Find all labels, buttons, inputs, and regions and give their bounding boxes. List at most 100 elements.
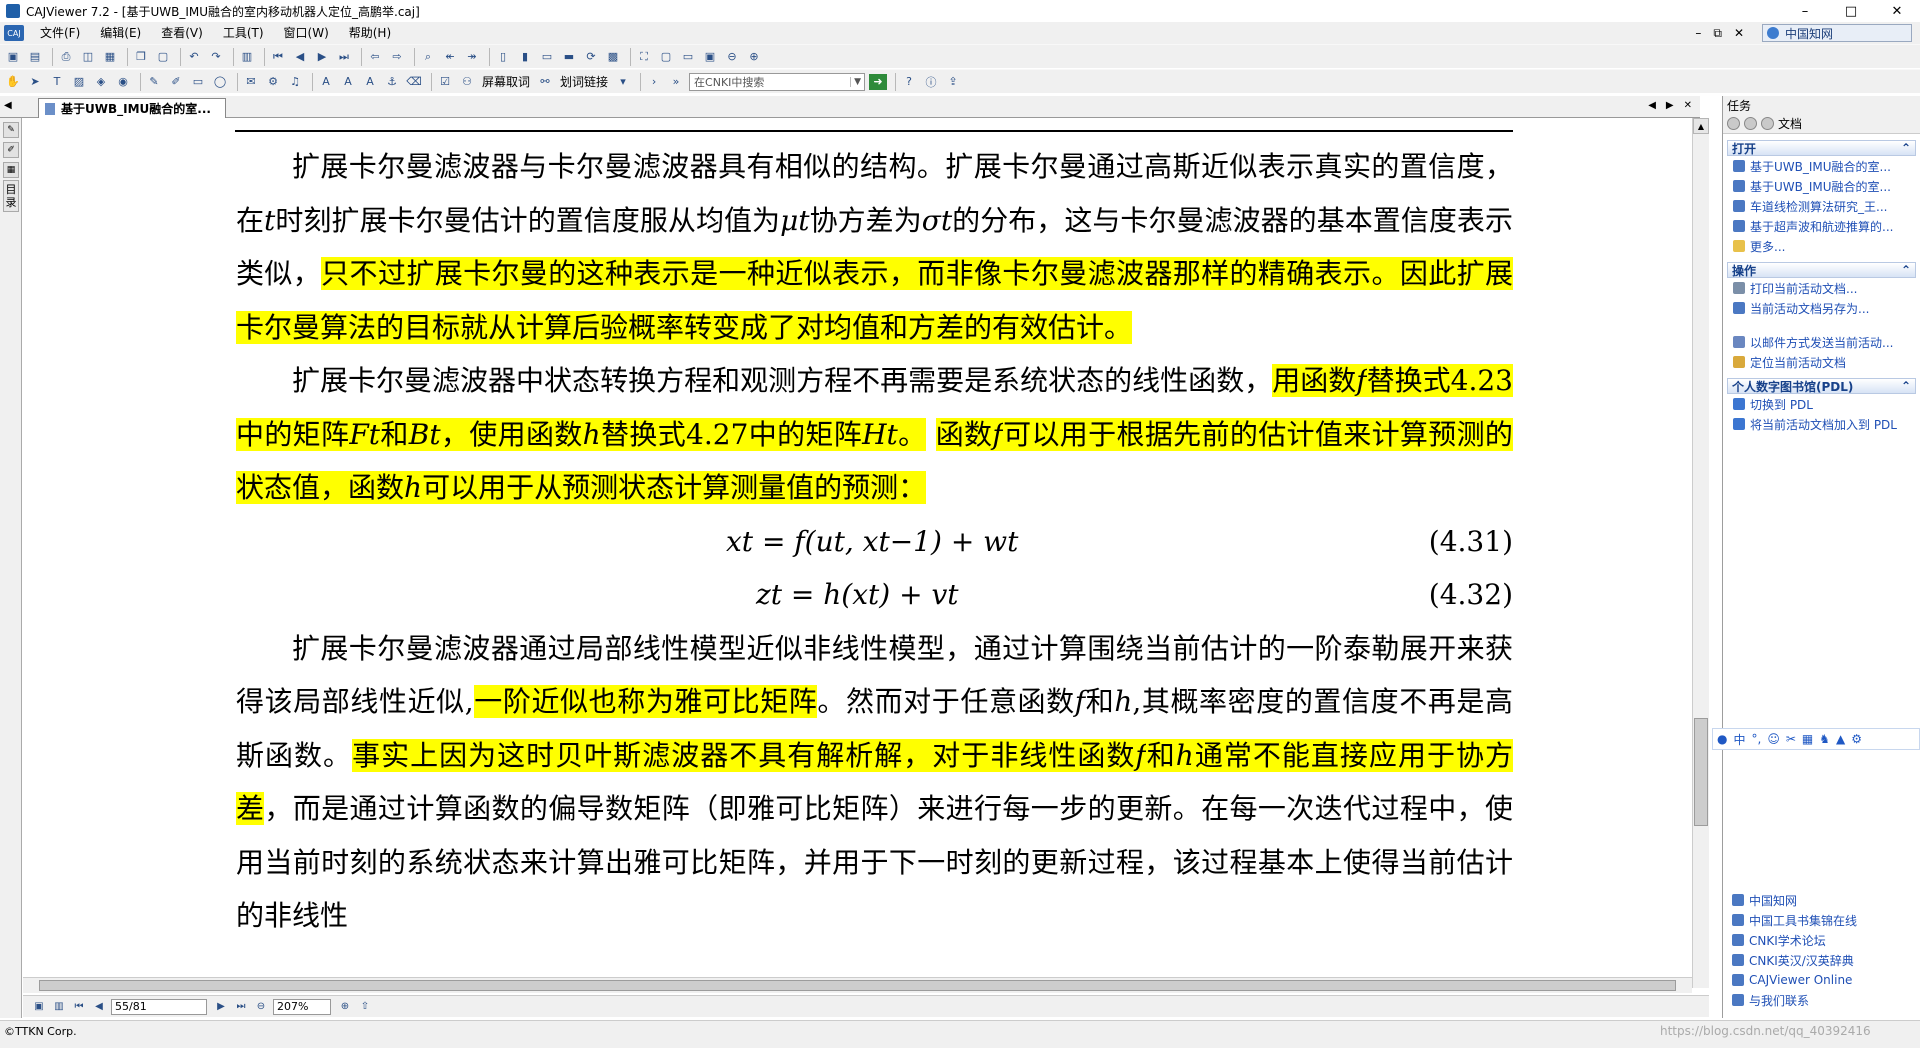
underline-icon[interactable]: A	[361, 74, 379, 90]
home-circle-icon[interactable]	[1761, 117, 1774, 130]
last-page-icon[interactable]: ⏭	[335, 49, 353, 65]
doc-close-button[interactable]: ✕	[1728, 22, 1750, 44]
ops-section-title[interactable]: 操作 ⌃	[1727, 262, 1916, 278]
select-arrow-icon[interactable]: ➤	[26, 74, 44, 90]
zoom-out-icon[interactable]: ⊖	[723, 49, 741, 65]
fit-page-icon[interactable]: ▢	[657, 49, 675, 65]
doc-restore-button[interactable]: ⧉	[1707, 22, 1728, 44]
undo-icon[interactable]: ↶	[185, 49, 203, 65]
find-icon[interactable]: ⌕	[419, 49, 437, 65]
search-nav-icon[interactable]: ›	[645, 74, 663, 90]
nav-prev-page-icon[interactable]: ◀	[91, 1000, 107, 1014]
zoom-out-small-icon[interactable]: ⊖	[253, 1000, 269, 1014]
menu-tools[interactable]: 工具(T)	[213, 22, 274, 44]
ime-voice-icon[interactable]: ✂	[1786, 732, 1796, 746]
back-circle-icon[interactable]	[1727, 117, 1740, 130]
page-number-field[interactable]: 55/81	[111, 998, 207, 1015]
scan-icon[interactable]: ▦	[101, 49, 119, 65]
ime-emoji-icon[interactable]: ☺	[1767, 732, 1780, 746]
save-as-link[interactable]: 当前活动文档另存为...	[1727, 298, 1916, 318]
close-button[interactable]: ✕	[1874, 0, 1920, 22]
zoom-level-field[interactable]: 207%	[273, 998, 331, 1015]
fit-width-icon[interactable]: ▭	[679, 49, 697, 65]
thumbnail-panel-icon[interactable]: ▦	[3, 162, 19, 178]
print-icon[interactable]: ⎙	[57, 49, 75, 65]
ime-keyboard-icon[interactable]: ▦	[1802, 732, 1813, 746]
paste-icon[interactable]: ▢	[154, 49, 172, 65]
redo-icon[interactable]: ↷	[207, 49, 225, 65]
menu-help[interactable]: 帮助(H)	[339, 22, 401, 44]
ellipse-icon[interactable]: ◯	[211, 74, 229, 90]
screen-capture-icon[interactable]: ⚇	[458, 74, 476, 90]
recent-doc-item[interactable]: 基于UWB_IMU融合的室...	[1727, 156, 1916, 176]
chevron-down-icon[interactable]: ▼	[850, 76, 864, 87]
print-preview-icon[interactable]: ◫	[79, 49, 97, 65]
cnki-brand-button[interactable]: 中国知网	[1762, 24, 1912, 42]
task-pane-doc-label[interactable]: 文档	[1778, 115, 1802, 132]
layout-icon[interactable]: ▩	[604, 49, 622, 65]
email-doc-link[interactable]: 以邮件方式发送当前活动...	[1727, 332, 1916, 352]
document-viewport[interactable]: 扩展卡尔曼滤波器与卡尔曼滤波器具有相似的结构。扩展卡尔曼通过高斯近似表示真实的置…	[23, 118, 1700, 988]
checkbox-icon[interactable]: ☑	[436, 74, 454, 90]
first-page-icon[interactable]: ⏮	[269, 49, 287, 65]
word-link-label[interactable]: 划词链接	[560, 73, 608, 90]
eraser-icon[interactable]: ⌫	[405, 74, 423, 90]
single-view-icon[interactable]: ▣	[31, 1000, 47, 1014]
link-dictionary[interactable]: CNKI英汉/汉英辞典	[1726, 950, 1916, 970]
link-contact[interactable]: 与我们联系	[1726, 990, 1916, 1010]
ime-settings-icon[interactable]: ⚙	[1851, 732, 1862, 746]
cnki-search-input[interactable]: 在CNKI中搜索 ▼	[689, 72, 866, 91]
more-docs-link[interactable]: 更多...	[1727, 236, 1916, 256]
toc-panel-tab[interactable]: 目录	[3, 180, 19, 212]
open-icon[interactable]: ▣	[4, 49, 22, 65]
print-doc-link[interactable]: 打印当前活动文档...	[1727, 278, 1916, 298]
snapshot-icon[interactable]: ◈	[92, 74, 110, 90]
link-forum[interactable]: CNKI学术论坛	[1726, 930, 1916, 950]
tab-close-icon[interactable]: ✕	[1684, 100, 1692, 111]
search-nav2-icon[interactable]: »	[667, 74, 685, 90]
help-icon[interactable]: ?	[900, 74, 918, 90]
facing-page-icon[interactable]: ▭	[538, 49, 556, 65]
forward-icon[interactable]: ⇨	[388, 49, 406, 65]
note-icon[interactable]: ✉	[242, 74, 260, 90]
stamp-icon[interactable]: ⚙	[264, 74, 282, 90]
image-select-icon[interactable]: ▨	[70, 74, 88, 90]
rectangle-icon[interactable]: ▭	[189, 74, 207, 90]
tab-scroll-left2-icon[interactable]: ◀	[1648, 100, 1656, 111]
single-page-icon[interactable]: ▯	[494, 49, 512, 65]
info-icon[interactable]: ⓘ	[922, 74, 940, 90]
annotation-panel-icon[interactable]: ✎	[3, 122, 19, 138]
pdl-section-title[interactable]: 个人数字图书馆(PDL) ⌃	[1727, 378, 1916, 394]
menu-window[interactable]: 窗口(W)	[274, 22, 339, 44]
locate-doc-link[interactable]: 定位当前活动文档	[1727, 352, 1916, 372]
highlighter-icon[interactable]: ✐	[167, 74, 185, 90]
text-select-icon[interactable]: T	[48, 74, 66, 90]
open-section-title[interactable]: 打开 ⌃	[1727, 140, 1916, 156]
find-prev-icon[interactable]: ↞	[441, 49, 459, 65]
add-to-pdl-link[interactable]: 将当前活动文档加入到 PDL	[1727, 414, 1916, 434]
menu-file[interactable]: 文件(F)	[30, 22, 90, 44]
continuous-facing-icon[interactable]: ▬	[560, 49, 578, 65]
hand-icon[interactable]: ✋	[4, 74, 22, 90]
ime-punct-icon[interactable]: °,	[1752, 732, 1762, 746]
tab-document[interactable]: 基于UWB_IMU融合的室...	[38, 98, 226, 118]
ime-skin-icon[interactable]: ♞	[1819, 732, 1830, 746]
horizontal-scroll-thumb[interactable]	[39, 980, 1676, 991]
search-go-icon[interactable]: ➜	[869, 73, 888, 90]
nav-next-page-icon[interactable]: ▶	[213, 1000, 229, 1014]
chevron-down-icon[interactable]: ▾	[614, 74, 632, 90]
nav-last-page-icon[interactable]: ⏭	[233, 1000, 249, 1014]
pen-icon[interactable]: ✎	[145, 74, 163, 90]
vertical-scrollbar[interactable]: ▲	[1692, 118, 1709, 988]
copy-icon[interactable]: ❐	[132, 49, 150, 65]
continuous-page-icon[interactable]: ▮	[516, 49, 534, 65]
back-icon[interactable]: ⇦	[366, 49, 384, 65]
switch-pdl-link[interactable]: 切换到 PDL	[1727, 394, 1916, 414]
ime-logo-icon[interactable]: ●	[1717, 732, 1727, 746]
actual-size-icon[interactable]: ▣	[701, 49, 719, 65]
tab-scroll-left-icon[interactable]: ◀	[4, 100, 12, 111]
find-next-icon[interactable]: ↠	[463, 49, 481, 65]
sound-icon[interactable]: ♫	[286, 74, 304, 90]
maximize-button[interactable]: □	[1828, 0, 1874, 22]
anchor-icon[interactable]: ⚓	[383, 74, 401, 90]
